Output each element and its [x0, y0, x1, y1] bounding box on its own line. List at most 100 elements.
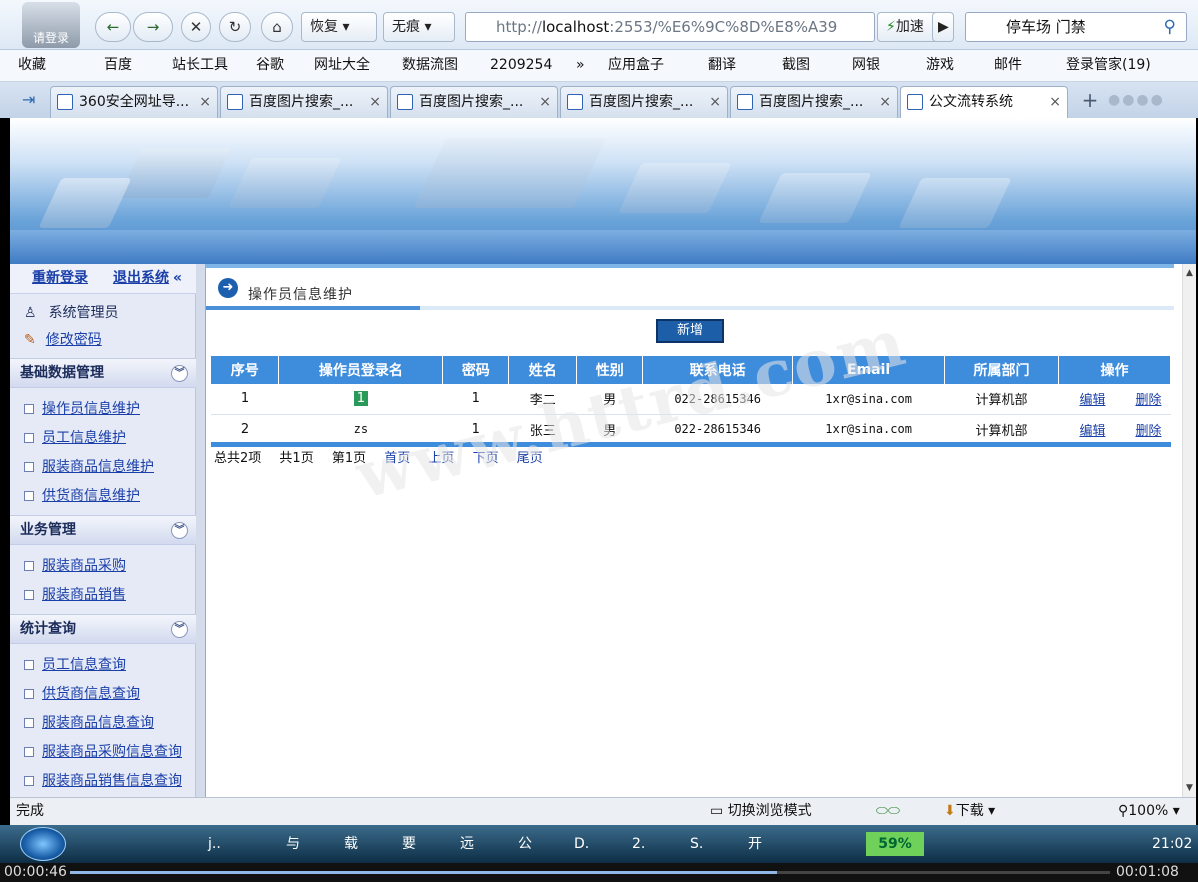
sidebar-toggle-icon[interactable]: ⇥	[22, 90, 35, 109]
edit-link[interactable]: 编辑	[1079, 424, 1105, 439]
vertical-scrollbar[interactable]: ▲ ▼	[1182, 264, 1196, 797]
tab-baidu-2[interactable]: 百度图片搜索_... ×	[390, 86, 558, 118]
fav-more[interactable]: »	[576, 50, 585, 80]
back-button[interactable]: ←	[95, 12, 131, 42]
scroll-down-icon[interactable]: ▼	[1183, 783, 1196, 793]
browser-chrome: 请登录 ← → ✕ ↻ ⌂ 恢复 ▾ 无痕 ▾ http://localhost…	[0, 0, 1198, 118]
fav-collect[interactable]: 收藏	[18, 50, 46, 80]
section-business[interactable]: 业务管理 ︾	[10, 515, 196, 545]
collapse-icon[interactable]: «	[173, 264, 182, 292]
refresh-button[interactable]: ↻	[219, 12, 251, 42]
url-host: localhost	[541, 18, 610, 36]
fav-baidu[interactable]: 百度	[104, 50, 132, 80]
zoom-control[interactable]: ⚲100% ▾	[1118, 798, 1180, 824]
close-icon[interactable]: ×	[879, 87, 891, 117]
restore-button[interactable]: 恢复 ▾	[301, 12, 377, 42]
tab-baidu-1[interactable]: 百度图片搜索_... ×	[220, 86, 388, 118]
fav-webmaster[interactable]: 站长工具	[172, 50, 228, 80]
taskbar-item[interactable]: 与	[286, 825, 300, 863]
fav-appbox[interactable]: 应用盒子	[608, 50, 664, 80]
stop-button[interactable]: ✕	[181, 12, 211, 42]
delete-link[interactable]: 删除	[1135, 424, 1161, 439]
change-password-link[interactable]: 修改密码	[46, 332, 102, 348]
taskbar-item[interactable]: S.	[690, 825, 703, 863]
sidebar-item-operator[interactable]: 操作员信息维护	[24, 398, 140, 418]
taskbar-item[interactable]: D.	[574, 825, 589, 863]
taskbar-item[interactable]: 公	[518, 825, 532, 863]
sidebar-item-sales-query[interactable]: 服装商品销售信息查询	[24, 770, 182, 790]
fav-screenshot[interactable]: 截图	[782, 50, 810, 80]
taskbar-item[interactable]: 开	[748, 825, 762, 863]
new-tab-button[interactable]: +	[1076, 86, 1104, 116]
tab-favicon	[397, 94, 413, 110]
close-icon[interactable]: ×	[539, 87, 551, 117]
section-basic-data[interactable]: 基础数据管理 ︾	[10, 358, 196, 388]
chevron-down-icon[interactable]: ︾	[171, 365, 188, 382]
fav-bank[interactable]: 网银	[852, 50, 880, 80]
play-icon[interactable]: ▶	[932, 12, 954, 42]
browse-mode-toggle[interactable]: ▭ 切换浏览模式	[710, 798, 812, 824]
status-text: 完成	[16, 803, 44, 819]
taskbar-item[interactable]: 2.	[632, 825, 645, 863]
sidebar-item-supplier-query[interactable]: 供货商信息查询	[24, 683, 140, 703]
tab-baidu-4[interactable]: 百度图片搜索_... ×	[730, 86, 898, 118]
sidebar: 重新登录 退出系统 « ♙ 系统管理员 ✎ 修改密码 基础数据管理 ︾ 操作员信息维护…	[10, 264, 196, 797]
relogin-link[interactable]: 重新登录	[32, 264, 88, 292]
sidebar-item-supplier[interactable]: 供货商信息维护	[24, 485, 140, 505]
search-icon[interactable]: ⚲	[1164, 13, 1176, 41]
sidebar-item-sales[interactable]: 服装商品销售	[24, 584, 126, 604]
chevron-down-icon[interactable]: ︾	[171, 621, 188, 638]
toggle-icon[interactable]: ⬭⬭	[876, 798, 900, 824]
fav-games[interactable]: 游戏	[926, 50, 954, 80]
sidebar-item-garment[interactable]: 服装商品信息维护	[24, 456, 154, 476]
sidebar-item-purchase[interactable]: 服装商品采购	[24, 555, 126, 575]
search-input[interactable]: 停车场 门禁 ⚲	[965, 12, 1187, 42]
sidebar-item-purchase-query[interactable]: 服装商品采购信息查询	[24, 741, 182, 761]
taskbar-item[interactable]: j..	[208, 825, 221, 863]
sidebar-item-employee-query[interactable]: 员工信息查询	[24, 654, 126, 674]
add-button[interactable]: 新增	[656, 319, 724, 343]
fav-google[interactable]: 谷歌	[256, 50, 284, 80]
close-icon[interactable]: ×	[709, 87, 721, 117]
forward-button[interactable]: →	[133, 12, 173, 42]
sidebar-item-garment-query[interactable]: 服装商品信息查询	[24, 712, 154, 732]
window-icon: ▭	[710, 803, 728, 819]
fav-translate[interactable]: 翻译	[708, 50, 736, 80]
start-button[interactable]	[20, 827, 66, 861]
download-button[interactable]: ⬇下载 ▾	[944, 798, 995, 824]
fav-sites[interactable]: 网址大全	[314, 50, 370, 80]
fav-mail[interactable]: 邮件	[994, 50, 1022, 80]
fav-dfd[interactable]: 数据流图	[402, 50, 458, 80]
edit-link[interactable]: 编辑	[1079, 393, 1105, 408]
tab-document-system[interactable]: 公文流转系统 ×	[900, 86, 1068, 118]
url-input[interactable]: http://localhost:2553/%E6%9C%8D%E8%A39	[465, 12, 875, 42]
section-statistics[interactable]: 统计查询 ︾	[10, 614, 196, 644]
scroll-up-icon[interactable]: ▲	[1183, 268, 1196, 278]
delete-link[interactable]: 删除	[1135, 393, 1161, 408]
tab-baidu-3[interactable]: 百度图片搜索_... ×	[560, 86, 728, 118]
doc-icon	[24, 561, 34, 571]
logout-link[interactable]: 退出系统	[113, 264, 169, 292]
frame-splitter[interactable]	[196, 264, 206, 797]
taskbar-item[interactable]: 要	[402, 825, 416, 863]
sidebar-item-label: 员工信息维护	[42, 430, 126, 446]
close-icon[interactable]: ×	[369, 87, 381, 117]
taskbar-item[interactable]: 载	[344, 825, 358, 863]
tab-scroll-icons[interactable]: ●●●●	[1108, 92, 1194, 110]
incognito-button[interactable]: 无痕 ▾	[383, 12, 455, 42]
fav-login-manager[interactable]: 登录管家(19)	[1066, 50, 1151, 80]
doc-icon	[24, 776, 34, 786]
sidebar-item-employee[interactable]: 员工信息维护	[24, 427, 126, 447]
change-password[interactable]: ✎ 修改密码	[24, 329, 102, 349]
chevron-down-icon[interactable]: ︾	[171, 522, 188, 539]
arrow-right-icon: ➜	[218, 278, 238, 298]
user-avatar[interactable]: 请登录	[22, 2, 80, 48]
fav-qq[interactable]: 2209254	[490, 50, 552, 80]
taskbar-item[interactable]: 远	[460, 825, 474, 863]
sidebar-item-label: 服装商品销售信息查询	[42, 773, 182, 789]
tab-360[interactable]: 360安全网址导... ×	[50, 86, 218, 118]
close-icon[interactable]: ×	[199, 87, 211, 117]
home-button[interactable]: ⌂	[261, 12, 293, 42]
close-icon[interactable]: ×	[1049, 87, 1061, 117]
tab-label: 360安全网址导...	[79, 94, 190, 110]
